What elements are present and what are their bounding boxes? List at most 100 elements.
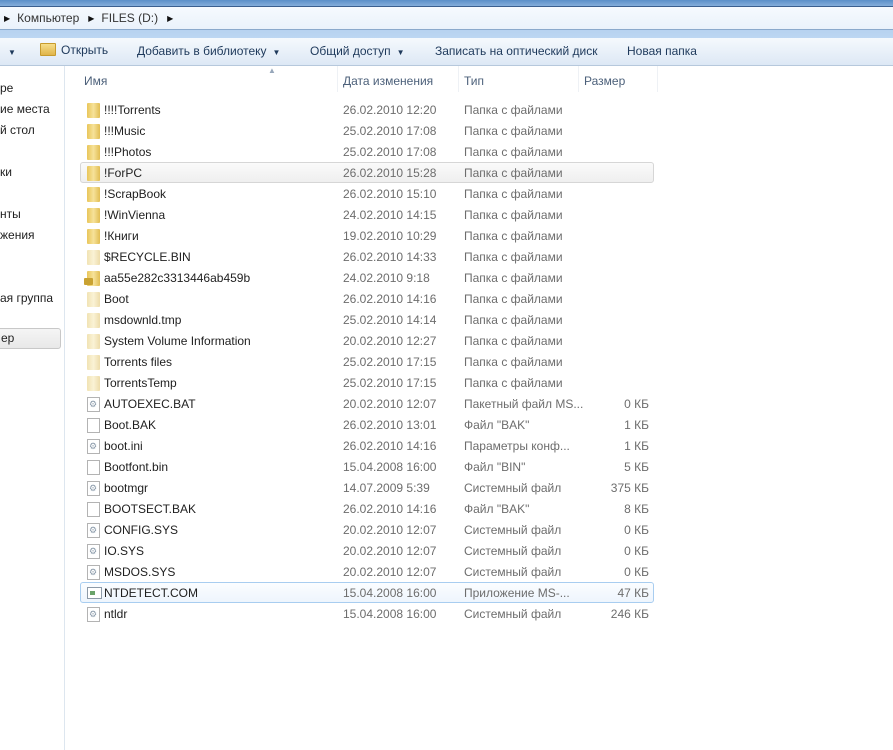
add-to-library-button[interactable]: Добавить в библиотеку ▼ <box>137 44 280 58</box>
file-name: Torrents files <box>104 355 173 369</box>
file-size: 0 КБ <box>624 565 649 579</box>
file-row[interactable]: $RECYCLE.BIN 26.02.2010 14:33 Папка с фа… <box>80 246 654 267</box>
file-type: Папка с файлами <box>464 271 563 285</box>
column-size[interactable]: Размер <box>579 66 658 92</box>
new-folder-button[interactable]: Новая папка <box>627 44 697 58</box>
file-date: 26.02.2010 14:16 <box>343 439 437 453</box>
breadcrumb-arrow-icon[interactable]: ▶ <box>88 14 94 23</box>
system-file-icon <box>87 565 100 580</box>
file-name: !!!Music <box>104 124 146 138</box>
file-row[interactable]: boot.ini 26.02.2010 14:16 Параметры конф… <box>80 435 654 456</box>
system-file-icon <box>87 607 100 622</box>
file-name: bootmgr <box>104 481 149 495</box>
system-file-icon <box>87 523 100 538</box>
file-size: 375 КБ <box>610 481 649 495</box>
chevron-down-icon: ▼ <box>396 48 405 57</box>
file-row[interactable]: ntldr 15.04.2008 16:00 Системный файл 24… <box>80 603 654 624</box>
folder-icon <box>87 208 100 223</box>
breadcrumb-arrow-icon[interactable]: ▶ <box>167 14 173 23</box>
column-type[interactable]: Тип <box>459 66 579 92</box>
file-date: 25.02.2010 17:08 <box>343 124 437 138</box>
breadcrumb-drive[interactable]: FILES (D:) <box>101 11 158 25</box>
file-row[interactable]: Torrents files 25.02.2010 17:15 Папка с … <box>80 351 654 372</box>
file-row[interactable]: Bootfont.bin 15.04.2008 16:00 Файл "BIN"… <box>80 456 654 477</box>
folder-icon <box>87 145 100 160</box>
open-folder-icon <box>40 43 56 56</box>
nav-item[interactable]: ие места <box>0 102 50 116</box>
file-row[interactable]: !!!Music 25.02.2010 17:08 Папка с файлам… <box>80 120 654 141</box>
burn-button[interactable]: Записать на оптический диск <box>435 44 598 58</box>
file-date: 26.02.2010 14:16 <box>343 502 437 516</box>
file-type: Системный файл <box>464 607 562 621</box>
file-row[interactable]: !WinVienna 24.02.2010 14:15 Папка с файл… <box>80 204 654 225</box>
file-row[interactable]: msdownld.tmp 25.02.2010 14:14 Папка с фа… <box>80 309 654 330</box>
file-date: 20.02.2010 12:07 <box>343 397 437 411</box>
file-size: 1 КБ <box>624 418 649 432</box>
nav-item[interactable]: ая группа <box>0 291 53 305</box>
file-row[interactable]: System Volume Information 20.02.2010 12:… <box>80 330 654 351</box>
file-row[interactable]: !ForPC 26.02.2010 15:28 Папка с файлами <box>80 162 654 183</box>
file-type: Папка с файлами <box>464 292 563 306</box>
column-name[interactable]: Имя <box>66 66 338 92</box>
file-type: Папка с файлами <box>464 229 563 243</box>
file-name: boot.ini <box>104 439 143 453</box>
file-type: Папка с файлами <box>464 250 563 264</box>
nav-item[interactable]: нты <box>0 207 21 221</box>
file-row[interactable]: BOOTSECT.BAK 26.02.2010 14:16 Файл "BAK"… <box>80 498 654 519</box>
file-row[interactable]: MSDOS.SYS 20.02.2010 12:07 Системный фай… <box>80 561 654 582</box>
file-type: Папка с файлами <box>464 103 563 117</box>
file-row[interactable]: !!!!Torrents 26.02.2010 12:20 Папка с фа… <box>80 99 654 120</box>
file-row[interactable]: !Книги 19.02.2010 10:29 Папка с файлами <box>80 225 654 246</box>
lock-icon <box>84 278 93 285</box>
file-row[interactable]: AUTOEXEC.BAT 20.02.2010 12:07 Пакетный ф… <box>80 393 654 414</box>
file-row[interactable]: TorrentsTemp 25.02.2010 17:15 Папка с фа… <box>80 372 654 393</box>
file-row[interactable]: aa55e282c3313446ab459b 24.02.2010 9:18 П… <box>80 267 654 288</box>
file-icon <box>87 418 100 433</box>
file-type: Системный файл <box>464 523 562 537</box>
file-type: Параметры конф... <box>464 439 570 453</box>
system-file-icon <box>87 439 100 454</box>
file-type: Папка с файлами <box>464 313 563 327</box>
file-row[interactable]: CONFIG.SYS 20.02.2010 12:07 Системный фа… <box>80 519 654 540</box>
file-type: Папка с файлами <box>464 187 563 201</box>
file-row[interactable]: NTDETECT.COM 15.04.2008 16:00 Приложение… <box>80 582 654 603</box>
file-name: NTDETECT.COM <box>104 586 198 600</box>
navigation-pane: ре ие места й стол ки нты жения ая групп… <box>0 66 65 750</box>
file-name: Bootfont.bin <box>104 460 169 474</box>
file-row[interactable]: Boot 26.02.2010 14:16 Папка с файлами <box>80 288 654 309</box>
nav-item[interactable]: ки <box>0 165 12 179</box>
nav-item-selected[interactable]: ер <box>0 328 61 349</box>
file-name: aa55e282c3313446ab459b <box>104 271 251 285</box>
address-bar[interactable]: ▶ Компьютер ▶ FILES (D:) ▶ <box>0 6 893 30</box>
file-date: 25.02.2010 17:08 <box>343 145 437 159</box>
file-type: Системный файл <box>464 565 562 579</box>
file-icon <box>87 460 100 475</box>
file-row[interactable]: bootmgr 14.07.2009 5:39 Системный файл 3… <box>80 477 654 498</box>
file-date: 14.07.2009 5:39 <box>343 481 430 495</box>
file-date: 26.02.2010 15:10 <box>343 187 437 201</box>
nav-item[interactable]: жения <box>0 228 35 242</box>
file-name: Boot.BAK <box>104 418 157 432</box>
file-type: Файл "BIN" <box>464 460 526 474</box>
column-header: ▲ Имя Дата изменения Тип Размер <box>66 66 893 92</box>
file-size: 8 КБ <box>624 502 649 516</box>
file-row[interactable]: Boot.BAK 26.02.2010 13:01 Файл "BAK" 1 К… <box>80 414 654 435</box>
breadcrumb-arrow-icon[interactable]: ▶ <box>4 14 10 23</box>
file-name: $RECYCLE.BIN <box>104 250 191 264</box>
column-date[interactable]: Дата изменения <box>338 66 459 92</box>
file-name: CONFIG.SYS <box>104 523 179 537</box>
file-size: 0 КБ <box>624 523 649 537</box>
breadcrumb-computer[interactable]: Компьютер <box>17 11 79 25</box>
nav-item[interactable]: й стол <box>0 123 35 137</box>
file-row[interactable]: !ScrapBook 26.02.2010 15:10 Папка с файл… <box>80 183 654 204</box>
open-button[interactable]: Открыть <box>40 43 108 57</box>
organize-dropdown[interactable]: ▼ <box>2 44 16 58</box>
file-size: 1 КБ <box>624 439 649 453</box>
file-date: 25.02.2010 17:15 <box>343 355 437 369</box>
file-row[interactable]: !!!Photos 25.02.2010 17:08 Папка с файла… <box>80 141 654 162</box>
file-type: Пакетный файл MS... <box>464 397 584 411</box>
nav-item[interactable]: ре <box>0 81 13 95</box>
share-button[interactable]: Общий доступ ▼ <box>310 44 405 58</box>
file-name: !ScrapBook <box>104 187 167 201</box>
file-row[interactable]: IO.SYS 20.02.2010 12:07 Системный файл 0… <box>80 540 654 561</box>
